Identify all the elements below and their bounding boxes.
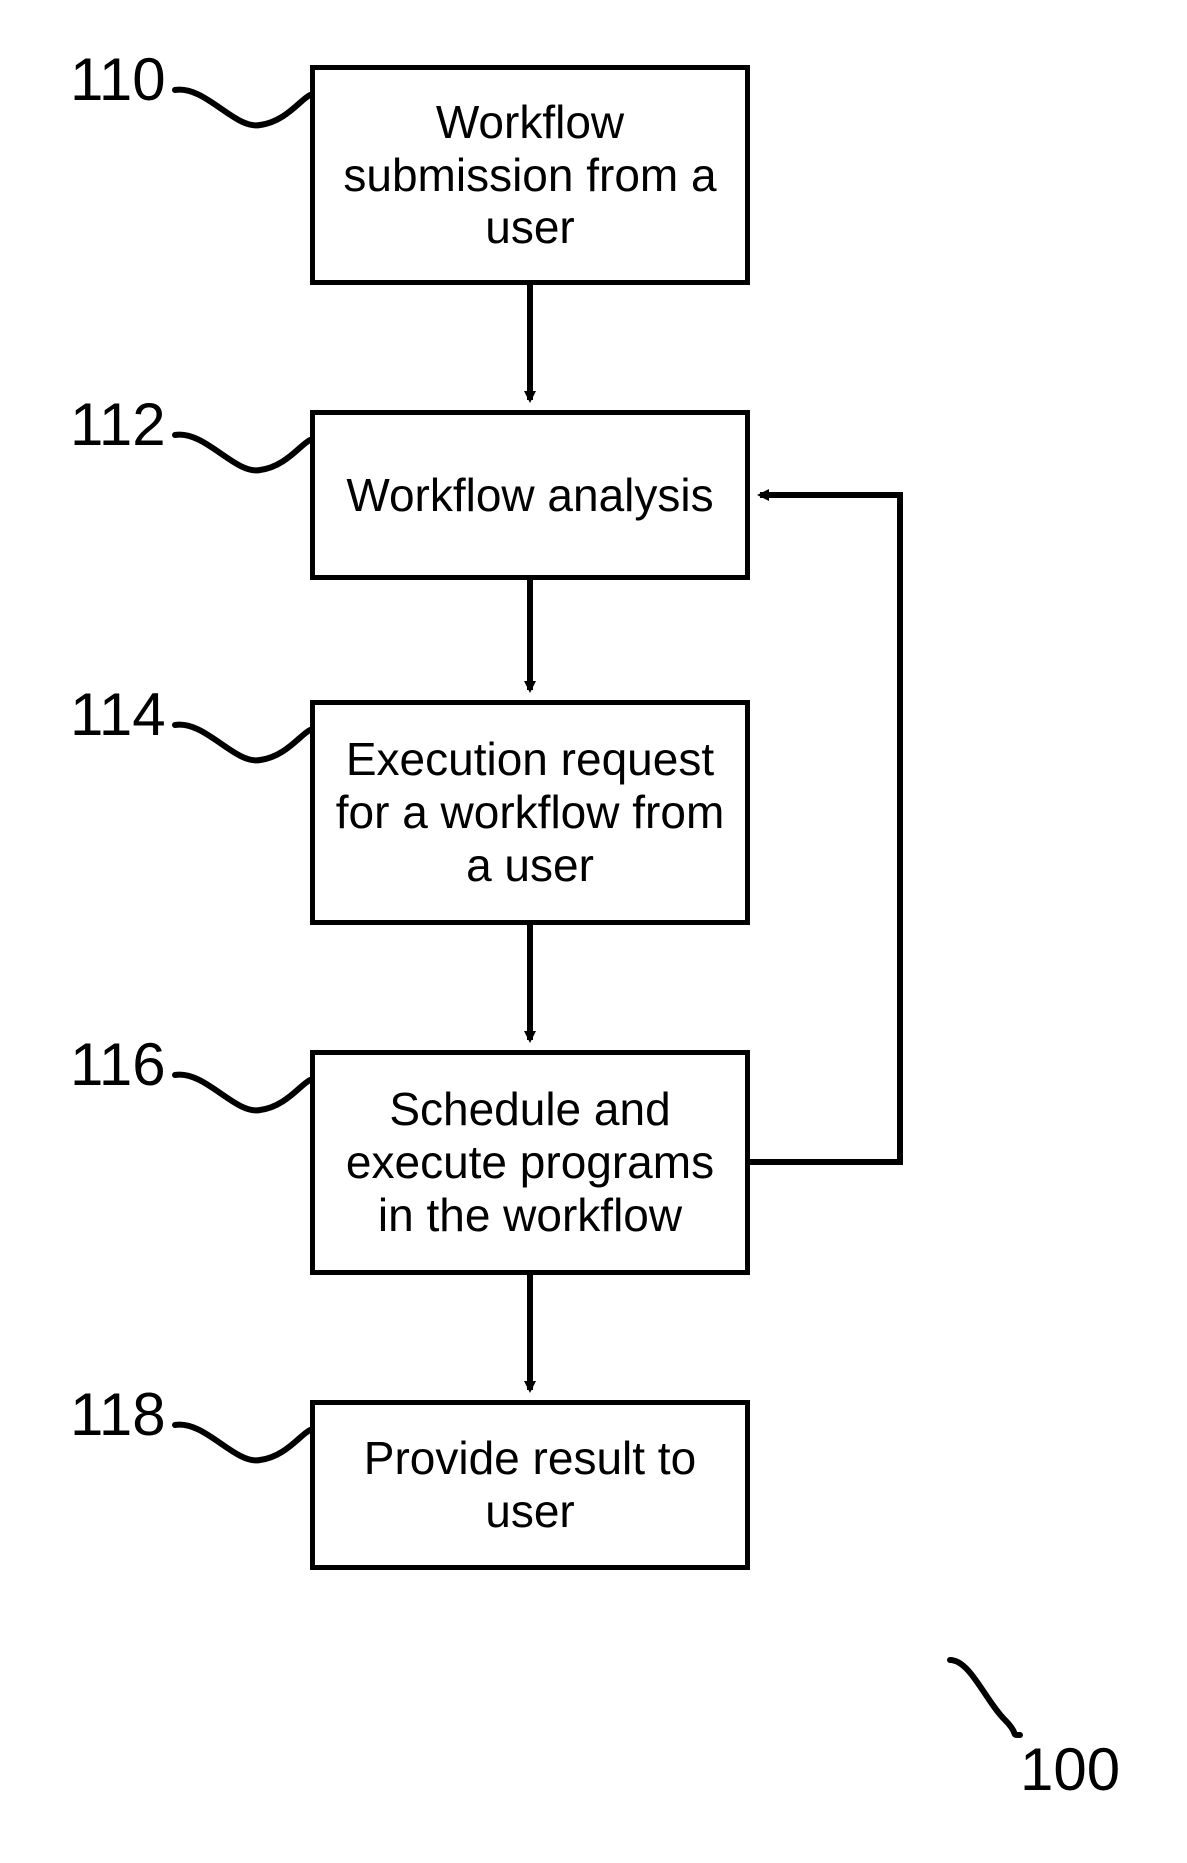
node-118: Provide result to user — [310, 1400, 750, 1570]
ref-116: 116 — [70, 1030, 166, 1099]
ref-112: 112 — [70, 390, 166, 459]
ref-100: 100 — [1020, 1735, 1120, 1804]
node-118-text: Provide result to user — [335, 1432, 725, 1538]
ref-110: 110 — [70, 45, 166, 114]
node-114-text: Execution request for a workflow from a … — [335, 733, 725, 892]
ref-118: 118 — [70, 1380, 166, 1449]
node-112: Workflow analysis — [310, 410, 750, 580]
node-110-text: Workflow submission from a user — [335, 96, 725, 255]
node-116-text: Schedule and execute programs in the wor… — [335, 1083, 725, 1242]
node-110: Workflow submission from a user — [310, 65, 750, 285]
flowchart-canvas: Workflow submission from a user Workflow… — [0, 0, 1187, 1863]
node-112-text: Workflow analysis — [346, 469, 713, 522]
ref-114: 114 — [70, 680, 166, 749]
node-114: Execution request for a workflow from a … — [310, 700, 750, 925]
node-116: Schedule and execute programs in the wor… — [310, 1050, 750, 1275]
